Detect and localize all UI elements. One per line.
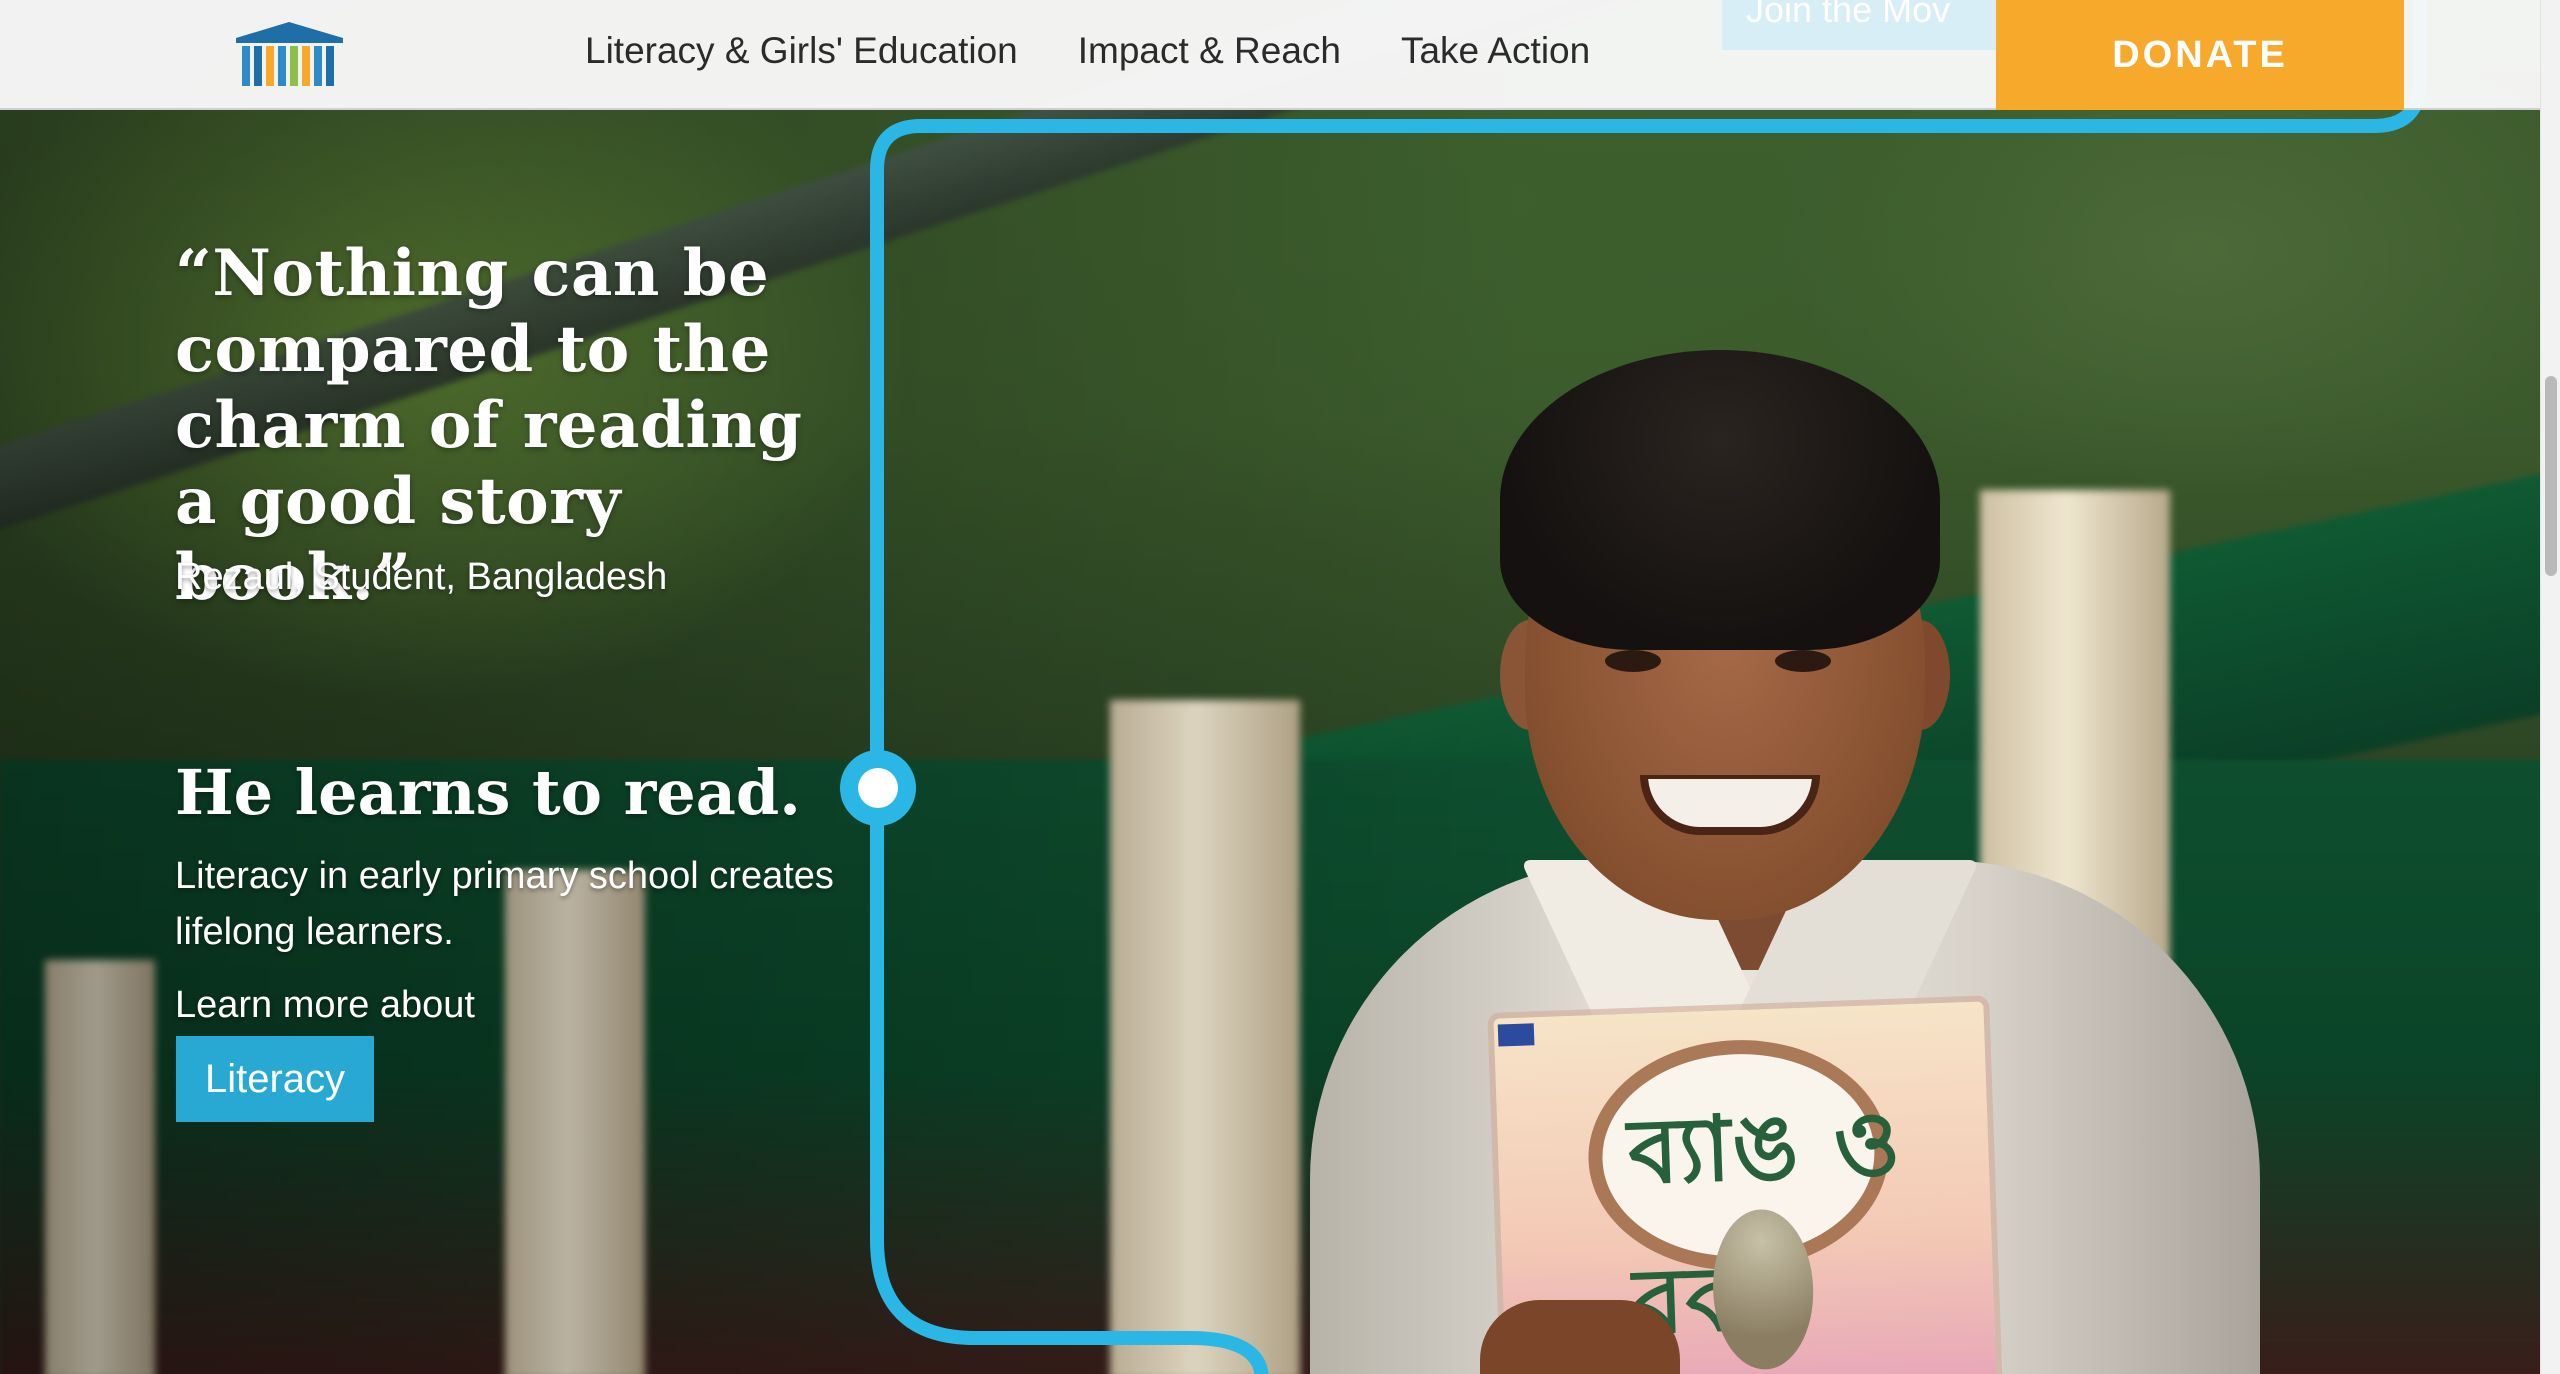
quote-attribution: Rezaul, Student, Bangladesh	[175, 556, 668, 598]
scrollbar-thumb[interactable]	[2545, 376, 2557, 576]
student-hair	[1500, 350, 1940, 650]
page-scrollbar[interactable]	[2540, 0, 2560, 1374]
hero-headline: He learns to read.	[175, 756, 801, 829]
hero-background-photo: ব্যাঙ ও বক	[0, 0, 2560, 1374]
student-hand	[1480, 1300, 1680, 1374]
literacy-button[interactable]: Literacy	[176, 1036, 374, 1122]
donate-button[interactable]: DONATE	[1996, 0, 2404, 110]
student-eye	[1605, 650, 1661, 672]
student-eye	[1775, 650, 1831, 672]
library-columns-logo-icon[interactable]	[232, 20, 347, 88]
site-header: Literacy & Girls' Education Impact & Rea…	[0, 0, 2540, 110]
nav-take-action[interactable]: Take Action	[1401, 30, 1590, 72]
nav-literacy-girls-education[interactable]: Literacy & Girls' Education	[585, 30, 1018, 72]
learn-more-label: Learn more about	[175, 984, 475, 1026]
book-label-tag	[1497, 1023, 1535, 1047]
nav-impact-reach[interactable]: Impact & Reach	[1078, 30, 1341, 72]
book-title: ব্যাঙ ও বক	[1626, 1089, 1904, 1355]
hero-body-text: Literacy in early primary school creates…	[175, 855, 834, 953]
main-nav: Literacy & Girls' Education Impact & Rea…	[585, 30, 1590, 72]
join-movement-button[interactable]: Join the Mov	[1722, 0, 2012, 50]
